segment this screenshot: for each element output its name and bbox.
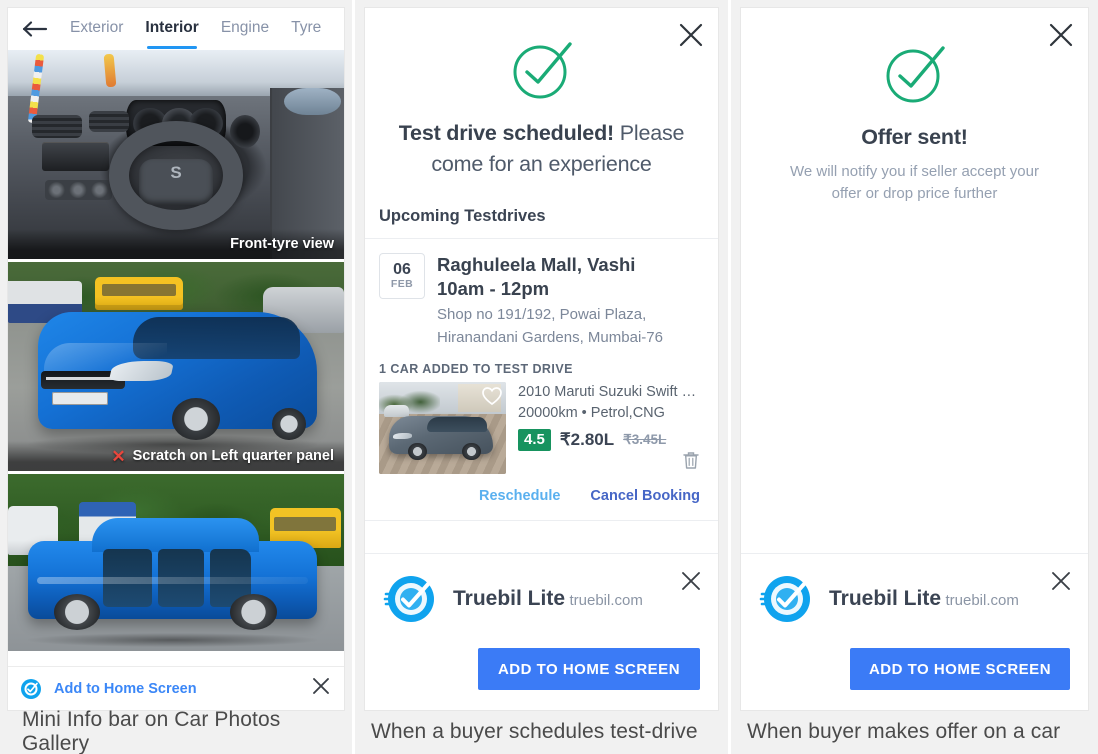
- green-check-circle-icon: [507, 34, 577, 104]
- tab-tyre[interactable]: Tyre: [291, 19, 321, 39]
- truebil-logo-icon: [759, 572, 813, 626]
- gallery-photo-interior[interactable]: S Front-tyre view: [8, 50, 344, 259]
- offer-subtitle-line-1: We will notify you if seller accept your: [790, 162, 1039, 180]
- booking-actions: Reschedule Cancel Booking: [365, 474, 718, 522]
- booking-day: 06: [393, 260, 411, 278]
- phone-screen-offer: Offer sent! We will notify you if seller…: [741, 8, 1088, 710]
- close-icon[interactable]: [312, 677, 330, 700]
- test-drive-car-row[interactable]: 2010 Maruti Suzuki Swift XLI... 20000km …: [365, 382, 718, 475]
- heart-outline-icon[interactable]: [481, 385, 503, 407]
- offer-sheet: Offer sent! We will notify you if seller…: [741, 8, 1088, 710]
- photo-caption-text: Front-tyre view: [230, 236, 334, 252]
- panel-car-photo-gallery: Exterior Interior Engine Tyre Der: [0, 0, 352, 754]
- panel-offer-sent: Offer sent! We will notify you if seller…: [731, 0, 1098, 754]
- car-thumbnail[interactable]: [379, 382, 506, 475]
- mini-infobar-label: Add to Home Screen: [54, 680, 197, 697]
- cancel-booking-button[interactable]: Cancel Booking: [590, 488, 700, 504]
- booking-info: Raghuleela Mall, Vashi 10am - 12pm Shop …: [437, 253, 663, 348]
- offer-success-header: Offer sent! We will notify you if seller…: [741, 8, 1088, 220]
- add-to-home-screen-button[interactable]: ADD TO HOME SCREEN: [850, 648, 1070, 690]
- back-arrow-icon[interactable]: [22, 19, 48, 39]
- photo-caption-text: Scratch on Left quarter panel: [132, 448, 334, 464]
- offer-subtitle-line-2: offer or drop price further: [831, 185, 998, 203]
- panel-b-caption: When a buyer schedules test-drive: [365, 710, 718, 754]
- reschedule-button[interactable]: Reschedule: [479, 488, 560, 504]
- tab-engine[interactable]: Engine: [221, 19, 269, 39]
- promo-url: truebil.com: [569, 592, 643, 610]
- close-icon[interactable]: [1050, 570, 1072, 592]
- tab-interior[interactable]: Interior: [145, 19, 199, 49]
- testdrive-success-title: Test drive scheduled! Please come for an…: [391, 118, 692, 179]
- promo-text: Truebil Lite truebil.com: [453, 586, 643, 611]
- rating-badge: 4.5: [518, 429, 551, 451]
- truebil-logo-icon: [20, 678, 42, 700]
- booking-date-chip: 06 FEB: [379, 253, 425, 300]
- booking-details: 06 FEB Raghuleela Mall, Vashi 10am - 12p…: [365, 239, 718, 348]
- booking-month: FEB: [390, 278, 414, 291]
- car-interior-image: S: [8, 50, 344, 259]
- close-icon[interactable]: [680, 570, 702, 592]
- car-name: 2010 Maruti Suzuki Swift XLI...: [518, 384, 704, 401]
- testdrive-success-header: Test drive scheduled! Please come for an…: [365, 8, 718, 193]
- offer-success-title: Offer sent!: [767, 122, 1062, 153]
- promo-text: Truebil Lite truebil.com: [829, 586, 1019, 611]
- testdrive-success-title-bold: Test drive scheduled!: [398, 121, 614, 145]
- add-to-home-screen-promo: Truebil Lite truebil.com ADD TO HOME SCR…: [365, 553, 718, 710]
- close-icon[interactable]: [1048, 22, 1074, 48]
- panel-c-caption: When buyer makes offer on a car: [741, 710, 1088, 754]
- car-spec: 20000km • Petrol,CNG: [518, 405, 665, 421]
- panel-a-caption: Mini Info bar on Car Photos Gallery: [8, 708, 344, 754]
- blue-car-front-image: [8, 262, 344, 471]
- add-to-home-screen-mini-infobar[interactable]: Add to Home Screen: [8, 666, 344, 710]
- panel-test-drive-scheduled: Test drive scheduled! Please come for an…: [355, 0, 728, 754]
- booking-address-line-2: Hiranandani Gardens, Mumbai-76: [437, 329, 663, 347]
- gallery-nav-tabs: Exterior Interior Engine Tyre Der: [8, 8, 344, 50]
- booking-venue: Raghuleela Mall, Vashi: [437, 254, 636, 276]
- blue-car-side-image: [8, 474, 344, 651]
- promo-title: Truebil Lite: [829, 587, 942, 611]
- screenshot-stage: Exterior Interior Engine Tyre Der: [0, 0, 1098, 754]
- tab-exterior[interactable]: Exterior: [70, 19, 123, 39]
- upcoming-testdrives-heading: Upcoming Testdrives: [365, 193, 718, 240]
- gallery-photo-side-view[interactable]: [8, 474, 344, 651]
- phone-screen-testdrive: Test drive scheduled! Please come for an…: [365, 8, 718, 710]
- add-to-home-screen-promo: Truebil Lite truebil.com ADD TO HOME SCR…: [741, 553, 1088, 710]
- tab-dent[interactable]: Der: [343, 19, 344, 39]
- car-info: 2010 Maruti Suzuki Swift XLI... 20000km …: [518, 382, 704, 474]
- cars-added-label: 1 CAR ADDED TO TEST DRIVE: [379, 362, 573, 377]
- x-mark-icon: ✕: [111, 446, 126, 466]
- photo-gallery-list[interactable]: S Front-tyre view ✕ Scratch on Left quar…: [8, 50, 344, 651]
- gallery-photo-front-quarter[interactable]: ✕ Scratch on Left quarter panel: [8, 262, 344, 471]
- truebil-logo-icon: [383, 572, 437, 626]
- photo-caption-scratch: ✕ Scratch on Left quarter panel: [8, 441, 344, 471]
- car-price-row: 4.5 ₹2.80L ₹3.45L: [518, 429, 704, 451]
- promo-header: Truebil Lite truebil.com: [759, 572, 1070, 626]
- suzuki-logo-icon: S: [170, 163, 182, 183]
- booking-time: 10am - 12pm: [437, 278, 550, 300]
- promo-title: Truebil Lite: [453, 587, 566, 611]
- car-price-original: ₹3.45L: [623, 431, 667, 447]
- photo-caption-front-tyre: Front-tyre view: [8, 229, 344, 259]
- car-price: ₹2.80L: [559, 429, 615, 449]
- trash-icon[interactable]: [682, 450, 700, 470]
- offer-title-text: Offer sent!: [861, 125, 968, 149]
- promo-url: truebil.com: [945, 592, 1019, 610]
- phone-screen-gallery: Exterior Interior Engine Tyre Der: [8, 8, 344, 710]
- testdrive-sheet: Test drive scheduled! Please come for an…: [365, 8, 718, 710]
- green-check-circle-icon: [880, 38, 950, 108]
- promo-header: Truebil Lite truebil.com: [383, 572, 700, 626]
- close-icon[interactable]: [678, 22, 704, 48]
- add-to-home-screen-button[interactable]: ADD TO HOME SCREEN: [478, 648, 700, 690]
- booking-address-line-1: Shop no 191/192, Powai Plaza,: [437, 305, 647, 323]
